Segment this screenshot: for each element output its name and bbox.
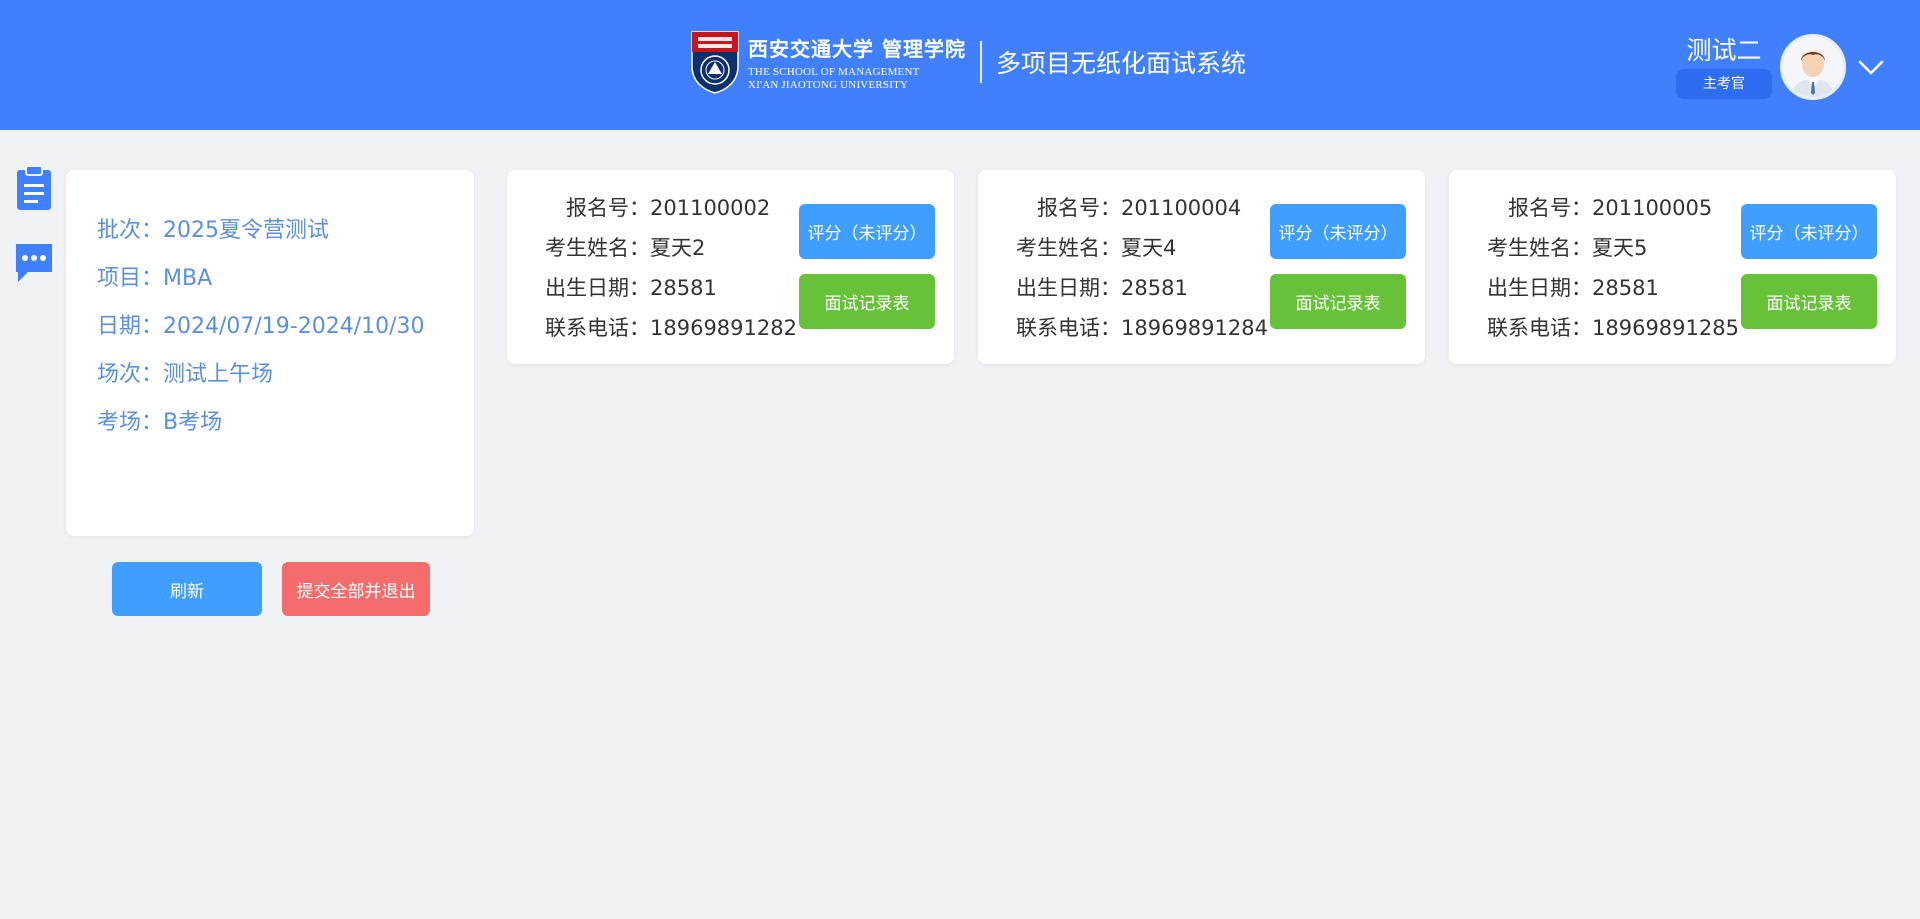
chat-icon[interactable] — [14, 238, 54, 286]
interview-record-button[interactable]: 面试记录表 — [1741, 274, 1877, 329]
date-info: 日期：2024/07/19-2024/10/30 — [97, 314, 425, 339]
reg-no-value: 201100002 — [650, 196, 771, 220]
name-label: 考生姓名： — [545, 236, 650, 260]
school-brand: 西安交通大学 管理学院 THE SCHOOL OF MANAGEMENT XI'… — [690, 28, 1246, 96]
user-menu[interactable]: 测试二 主考官 — [1676, 34, 1886, 100]
phone-value: 18969891284 — [1121, 316, 1268, 340]
system-title: 多项目无纸化面试系统 — [995, 49, 1246, 78]
name-value: 夏天5 — [1592, 236, 1648, 260]
chevron-down-icon[interactable] — [1856, 52, 1886, 82]
phone-value: 18969891282 — [650, 316, 797, 340]
score-button[interactable]: 评分（未评分） — [799, 204, 935, 259]
candidate-card: 报名号： 201100002 考生姓名： 夏天2 出生日期： 28581 联系电话： 1… — [507, 170, 954, 364]
phone-value: 18969891285 — [1592, 316, 1739, 340]
avatar[interactable] — [1780, 34, 1846, 100]
phone-label: 联系电话： — [1016, 316, 1121, 340]
name-value: 夏天2 — [650, 236, 706, 260]
candidate-card: 报名号： 201100005 考生姓名： 夏天5 出生日期： 28581 联系电话： 1… — [1449, 170, 1896, 364]
interview-record-button[interactable]: 面试记录表 — [799, 274, 935, 329]
reg-no-value: 201100005 — [1592, 196, 1713, 220]
batch-info: 批次：2025夏令营测试 — [97, 218, 329, 243]
session-info: 场次：测试上午场 — [97, 362, 274, 387]
birth-value: 28581 — [1121, 276, 1188, 300]
name-label: 考生姓名： — [1487, 236, 1592, 260]
submit-all-exit-button[interactable]: 提交全部并退出 — [282, 562, 430, 616]
user-name: 测试二 — [1686, 36, 1762, 65]
brand-en-line2: XI'AN JIAOTONG UNIVERSITY — [748, 78, 909, 91]
reg-no-label: 报名号： — [566, 196, 650, 220]
side-toolbar — [14, 164, 54, 312]
user-role-badge: 主考官 — [1676, 69, 1772, 99]
reg-no-label: 报名号： — [1037, 196, 1121, 220]
birth-label: 出生日期： — [1487, 276, 1592, 300]
reg-no-label: 报名号： — [1508, 196, 1592, 220]
brand-divider — [979, 41, 982, 83]
project-info: 项目：MBA — [97, 266, 213, 291]
reg-no-value: 201100004 — [1121, 196, 1242, 220]
birth-value: 28581 — [650, 276, 717, 300]
brand-en-line1: THE SCHOOL OF MANAGEMENT — [748, 65, 920, 78]
top-header: 西安交通大学 管理学院 THE SCHOOL OF MANAGEMENT XI'… — [0, 0, 1920, 130]
session-info-card: 批次：2025夏令营测试 项目：MBA 日期：2024/07/19-2024/1… — [66, 170, 474, 536]
school-emblem-icon — [690, 30, 740, 94]
refresh-button[interactable]: 刷新 — [112, 562, 262, 616]
candidate-card: 报名号： 201100004 考生姓名： 夏天4 出生日期： 28581 联系电话： 1… — [978, 170, 1425, 364]
name-label: 考生姓名： — [1016, 236, 1121, 260]
phone-label: 联系电话： — [545, 316, 650, 340]
birth-label: 出生日期： — [1016, 276, 1121, 300]
birth-label: 出生日期： — [545, 276, 650, 300]
interview-record-button[interactable]: 面试记录表 — [1270, 274, 1406, 329]
clipboard-icon[interactable] — [14, 164, 54, 212]
name-value: 夏天4 — [1121, 236, 1177, 260]
birth-value: 28581 — [1592, 276, 1659, 300]
brand-cn-name: 西安交通大学 管理学院 — [748, 36, 966, 61]
phone-label: 联系电话： — [1487, 316, 1592, 340]
score-button[interactable]: 评分（未评分） — [1270, 204, 1406, 259]
score-button[interactable]: 评分（未评分） — [1741, 204, 1877, 259]
room-info: 考场：B考场 — [97, 410, 223, 435]
